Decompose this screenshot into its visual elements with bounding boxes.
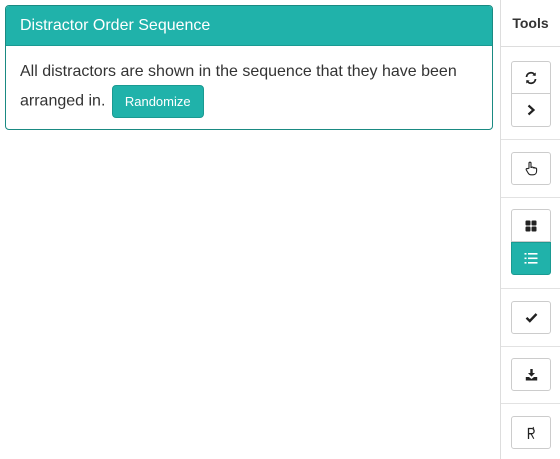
- download-icon: [525, 368, 538, 381]
- grid-view-button[interactable]: [511, 209, 551, 242]
- grid-icon: [525, 220, 537, 232]
- chevron-right-icon: [525, 104, 537, 116]
- pointer-button[interactable]: [511, 152, 551, 185]
- tools-title: Tools: [501, 0, 560, 47]
- next-button[interactable]: [511, 94, 551, 127]
- hand-pointer-icon: [524, 161, 538, 176]
- refresh-icon: [524, 71, 538, 85]
- p-notation-button[interactable]: [511, 416, 551, 449]
- randomize-button[interactable]: Randomize: [111, 85, 204, 118]
- checkmark-icon: [525, 312, 538, 323]
- p-notation-icon: [525, 426, 537, 440]
- panel-title: Distractor Order Sequence: [6, 6, 492, 46]
- tools-sidebar: Tools: [500, 0, 560, 459]
- ordered-list-icon: [524, 252, 538, 265]
- distractor-order-panel: Distractor Order Sequence All distractor…: [5, 5, 493, 130]
- refresh-button[interactable]: [511, 61, 551, 94]
- check-button[interactable]: [511, 301, 551, 334]
- download-button[interactable]: [511, 358, 551, 391]
- panel-body: All distractors are shown in the sequenc…: [6, 46, 492, 129]
- list-view-button[interactable]: [511, 242, 551, 275]
- panel-description: All distractors are shown in the sequenc…: [20, 63, 457, 110]
